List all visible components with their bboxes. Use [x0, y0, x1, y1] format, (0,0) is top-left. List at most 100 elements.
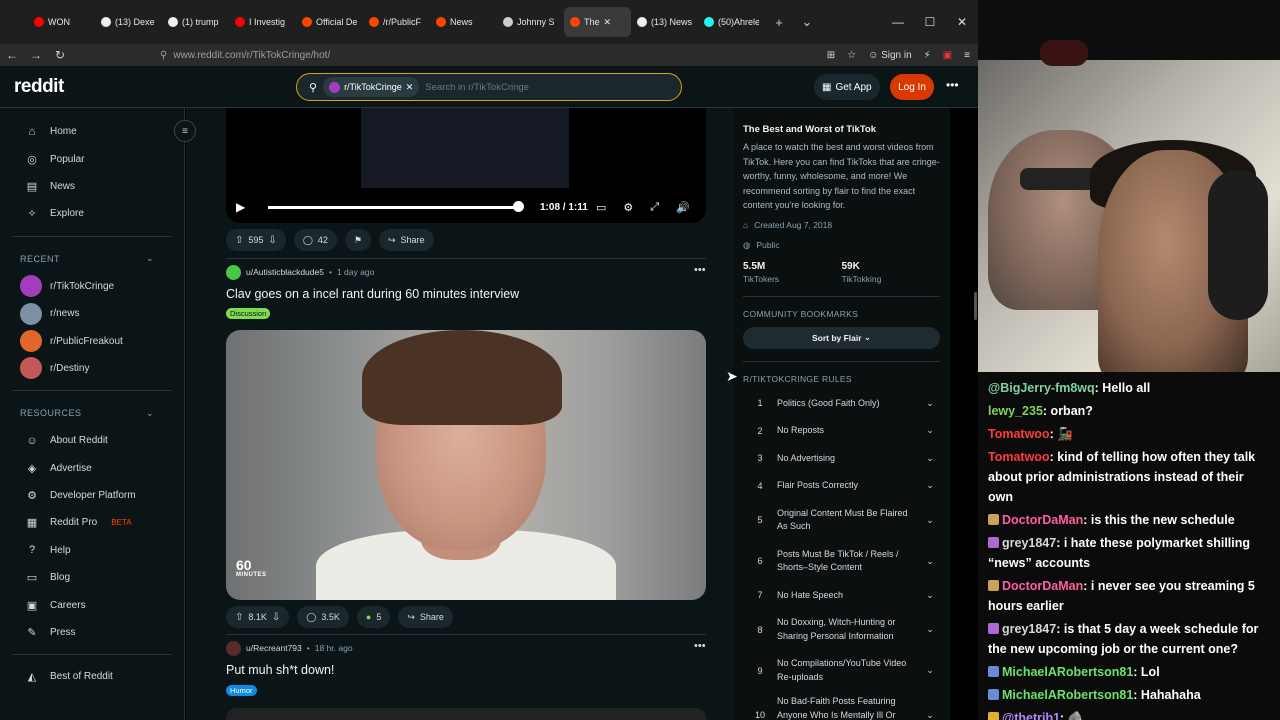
sidebar-item-help[interactable]: ? Help: [0, 537, 184, 564]
comments-button[interactable]: ◯ 3.5K: [297, 606, 349, 628]
forward-icon[interactable]: →: [24, 48, 48, 62]
chevron-down-icon[interactable]: ⌄: [920, 624, 940, 635]
user-avatar[interactable]: [226, 264, 241, 280]
browser-tab[interactable]: WON: [28, 7, 95, 37]
browser-tab[interactable]: (13) News: [631, 7, 698, 37]
rule-item[interactable]: 6 Posts Must Be TikTok / Reels / Shorts–S…: [743, 541, 940, 582]
recent-section-header[interactable]: RECENT ⌄: [0, 245, 184, 273]
sidebar-item-r-news[interactable]: r/news: [0, 300, 184, 327]
post-options-icon[interactable]: •••: [694, 640, 706, 652]
share-button[interactable]: ↪ Share: [398, 606, 453, 628]
extension-badge-icon[interactable]: ▣: [943, 50, 952, 61]
sidebar-item-reddit-pro[interactable]: ▦ Reddit Pro BETA: [0, 509, 184, 536]
browser-tab[interactable]: (50)Ahrele: [698, 7, 765, 37]
rule-item[interactable]: 2 No Reposts ⌄: [743, 417, 940, 445]
rule-item[interactable]: 9 No Compilations/YouTube Video Re-upload…: [743, 650, 940, 691]
post-title[interactable]: Clav goes on a incel rant during 60 minu…: [226, 287, 519, 301]
chat-username[interactable]: MichaelARobertson81: [1002, 688, 1133, 702]
chevron-down-icon[interactable]: ⌄: [920, 590, 940, 601]
sign-in-button[interactable]: ☺ Sign in: [868, 50, 912, 61]
chevron-down-icon[interactable]: ⌄: [920, 665, 940, 676]
get-app-button[interactable]: ▦ Get App: [814, 74, 880, 100]
collapse-sidebar-button[interactable]: ≡: [174, 120, 196, 142]
back-icon[interactable]: ←: [0, 48, 24, 62]
install-app-icon[interactable]: ⊞: [827, 50, 835, 61]
sidebar-item-r-destiny[interactable]: r/Destiny: [0, 355, 184, 382]
chat-username[interactable]: grey1847: [1002, 536, 1056, 550]
downvote-icon[interactable]: ⇩: [272, 612, 280, 623]
rule-item[interactable]: 8 No Doxxing, Witch-Hunting or Sharing Pe…: [743, 609, 940, 650]
fullscreen-icon[interactable]: ⤢: [650, 201, 659, 214]
user-avatar[interactable]: [226, 640, 241, 656]
reddit-logo[interactable]: reddit: [14, 76, 64, 98]
rule-item[interactable]: 7 No Hate Speech ⌄: [743, 582, 940, 610]
post-options-icon[interactable]: •••: [694, 264, 706, 276]
rule-item[interactable]: 3 No Advertising ⌄: [743, 445, 940, 473]
chat-username[interactable]: @BigJerry-fm8wq: [988, 381, 1095, 395]
browser-tab[interactable]: The ✕: [564, 7, 631, 37]
volume-icon[interactable]: 🔊: [676, 201, 690, 214]
browser-tab[interactable]: (1) trump: [162, 7, 229, 37]
award-button[interactable]: ● 5: [356, 606, 391, 628]
resources-section-header[interactable]: RESOURCES ⌄: [0, 399, 184, 427]
chevron-down-icon[interactable]: ⌄: [920, 398, 940, 409]
browser-menu-icon[interactable]: ≡: [964, 50, 970, 61]
rule-item[interactable]: 5 Original Content Must Be Flaired As Suc…: [743, 500, 940, 541]
tab-list-icon[interactable]: ⌄: [793, 14, 821, 30]
sidebar-item-best-of-reddit[interactable]: ◭ Best of Reddit: [0, 663, 184, 690]
sort-by-flair-button[interactable]: Sort by Flair ⌄: [743, 326, 940, 349]
sidebar-item-news[interactable]: ▤ News: [0, 173, 184, 200]
tab-close-icon[interactable]: ✕: [604, 17, 612, 28]
browser-tab[interactable]: News: [430, 7, 497, 37]
log-in-button[interactable]: Log In: [890, 74, 934, 100]
chat-username[interactable]: lewy_235: [988, 404, 1043, 418]
chevron-down-icon[interactable]: ⌄: [920, 453, 940, 464]
post-title[interactable]: Put muh sh*t down!: [226, 663, 334, 677]
settings-gear-icon[interactable]: ⚙: [623, 201, 633, 214]
chevron-down-icon[interactable]: ⌄: [920, 515, 940, 526]
site-info-icon[interactable]: ⚲: [160, 50, 167, 61]
bookmark-star-icon[interactable]: ☆: [847, 50, 856, 61]
video-player[interactable]: ▶ 1:08 / 1:11 ▭ ⚙ ⤢ 🔊: [226, 108, 706, 223]
subreddit-search-chip[interactable]: r/TikTokCringe ✕: [323, 77, 420, 97]
browser-tab[interactable]: Official De: [296, 7, 363, 37]
captions-icon[interactable]: ▭: [596, 201, 606, 214]
chevron-down-icon[interactable]: ⌄: [920, 556, 940, 567]
search-input[interactable]: [425, 81, 656, 93]
chevron-down-icon[interactable]: ⌄: [920, 480, 940, 491]
sidebar-item-blog[interactable]: ▭ Blog: [0, 564, 184, 591]
rule-item[interactable]: 10 No Bad-Faith Posts Featuring Anyone Wh…: [743, 691, 940, 720]
browser-tab[interactable]: /r/PublicF: [363, 7, 430, 37]
post-author[interactable]: u/Recreant793: [246, 643, 302, 653]
sidebar-item-developer-platform[interactable]: ⚙ Developer Platform: [0, 482, 184, 509]
sidebar-item-press[interactable]: ✎ Press: [0, 619, 184, 646]
sidebar-item-r-publicfreakout[interactable]: r/PublicFreakout: [0, 327, 184, 354]
close-window-icon[interactable]: ✕: [946, 0, 978, 44]
chat-username[interactable]: Tomatwoo: [988, 450, 1050, 464]
sidebar-item-home[interactable]: ⌂ Home: [0, 118, 184, 145]
page-scrollbar[interactable]: [974, 292, 977, 320]
rule-item[interactable]: 4 Flair Posts Correctly ⌄: [743, 472, 940, 500]
post-author[interactable]: u/Autisticblackdude5: [246, 267, 324, 277]
award-button[interactable]: ⚑: [344, 229, 371, 251]
rule-item[interactable]: 1 Politics (Good Faith Only) ⌄: [743, 390, 940, 418]
maximize-icon[interactable]: ☐: [914, 0, 946, 44]
sidebar-item-about-reddit[interactable]: ☺ About Reddit: [0, 427, 184, 454]
more-options-icon[interactable]: •••: [946, 78, 959, 92]
url-field[interactable]: ⚲ www.reddit.com/r/TikTokCringe/hot/: [160, 47, 725, 63]
comments-button[interactable]: ◯ 42: [293, 229, 337, 251]
play-icon[interactable]: ▶: [236, 200, 245, 214]
post-flair[interactable]: Discussion: [226, 308, 271, 319]
video-progress-bar[interactable]: [268, 206, 520, 209]
upvote-icon[interactable]: ⇧: [235, 612, 243, 623]
minimize-icon[interactable]: —: [882, 0, 914, 44]
chevron-down-icon[interactable]: ⌄: [920, 425, 940, 436]
sidebar-item-r-tiktokcringe[interactable]: r/TikTokCringe: [0, 273, 184, 300]
chat-username[interactable]: @thetrib1: [1002, 711, 1060, 720]
browser-tab[interactable]: I Investig: [229, 7, 296, 37]
sidebar-item-careers[interactable]: ▣ Careers: [0, 591, 184, 618]
chevron-down-icon[interactable]: ⌄: [920, 710, 940, 720]
reload-icon[interactable]: ↻: [48, 48, 72, 62]
next-post-media[interactable]: [226, 708, 706, 720]
chat-username[interactable]: Tomatwoo: [988, 427, 1050, 441]
